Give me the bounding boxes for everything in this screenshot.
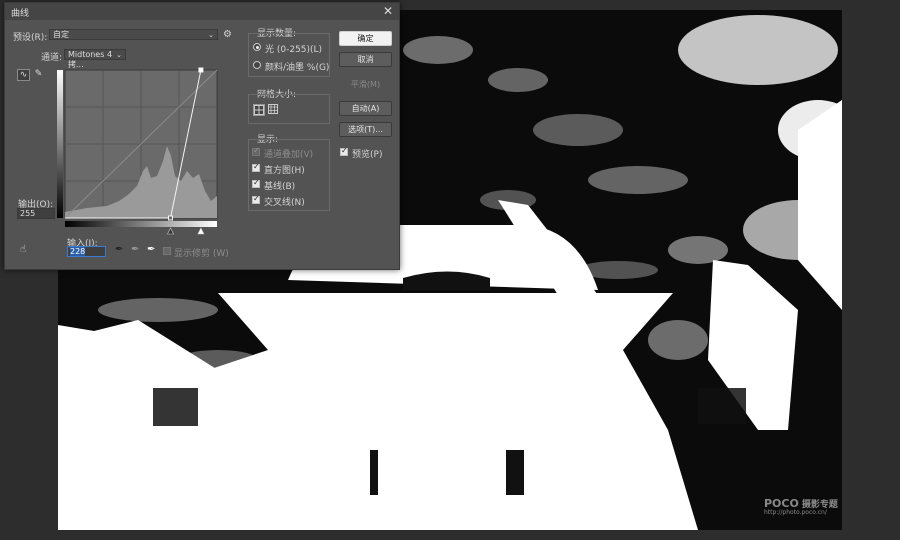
target-adjust-icon[interactable]: ☝: [20, 244, 26, 255]
curve-point[interactable]: [198, 67, 204, 73]
curve-point[interactable]: [168, 215, 174, 221]
preset-label: 预设(R):: [13, 33, 48, 43]
input-value: 228: [70, 247, 86, 256]
chevron-down-icon: ⌄: [208, 31, 214, 39]
intersection-checkbox[interactable]: [252, 194, 260, 204]
input-sliders[interactable]: [167, 227, 205, 235]
chevron-down-icon: ⌄: [116, 51, 122, 59]
simple-grid-icon[interactable]: [253, 104, 265, 116]
gray-eyedropper-icon[interactable]: ✒: [131, 244, 139, 255]
channel-overlay-checkbox[interactable]: [252, 146, 260, 156]
intersection-label: 交叉线(N): [264, 198, 305, 208]
dialog-title: 曲线: [11, 9, 30, 19]
curves-graph[interactable]: [57, 66, 225, 236]
pigment-radio-label: 颜料/油墨 %(G): [265, 63, 330, 73]
curves-dialog: 曲线 ✕ 预设(R): 自定 ⌄ ⚙ 通道: Midtones 4 拷... ⌄…: [4, 2, 400, 270]
baseline-label: 基线(B): [264, 182, 296, 192]
detailed-grid-icon[interactable]: [268, 104, 280, 116]
auto-button[interactable]: 自动(A): [339, 101, 392, 116]
channel-overlay-label: 通道叠加(V): [264, 150, 314, 160]
channel-select[interactable]: Midtones 4 拷... ⌄: [64, 49, 126, 69]
black-point-slider[interactable]: [167, 227, 174, 235]
light-radio[interactable]: [253, 43, 261, 51]
histogram-checkbox[interactable]: [252, 162, 260, 172]
white-point-slider[interactable]: [197, 227, 205, 235]
preset-value: 自定: [53, 30, 69, 39]
dialog-titlebar[interactable]: 曲线 ✕: [5, 3, 399, 20]
white-eyedropper-icon[interactable]: ✒: [147, 244, 155, 255]
cancel-button[interactable]: 取消: [339, 52, 392, 67]
output-gradient-bar: [57, 70, 63, 218]
input-gradient-bar: [65, 221, 217, 227]
show-clipping-label: 显示修剪 (W): [174, 249, 229, 259]
baseline-checkbox[interactable]: [252, 178, 260, 188]
pencil-icon[interactable]: ✎: [32, 69, 45, 81]
output-value: 255: [20, 209, 36, 218]
black-eyedropper-icon[interactable]: ✒: [115, 244, 123, 255]
show-clipping-checkbox[interactable]: [163, 247, 171, 255]
options-button[interactable]: 选项(T)...: [339, 122, 392, 137]
close-icon[interactable]: ✕: [383, 4, 393, 18]
watermark: POCO 摄影专题 http://photo.poco.cn/: [764, 497, 838, 516]
ok-button[interactable]: 确定: [339, 31, 392, 46]
light-radio-label: 光 (0-255)(L): [265, 45, 323, 55]
curve-point-tool[interactable]: ∿: [17, 69, 30, 81]
smooth-button[interactable]: 平滑(M): [339, 77, 392, 92]
output-field[interactable]: 255: [17, 208, 55, 219]
gear-icon[interactable]: ⚙: [223, 29, 232, 40]
pigment-radio[interactable]: [253, 61, 261, 69]
preview-label: 预览(P): [352, 150, 383, 160]
preset-select[interactable]: 自定 ⌄: [49, 29, 218, 40]
watermark-url: http://photo.poco.cn/: [764, 509, 827, 516]
histogram-label: 直方图(H): [264, 166, 305, 176]
channel-label: 通道:: [41, 53, 63, 63]
preview-checkbox[interactable]: [340, 146, 348, 156]
input-field[interactable]: 228: [67, 246, 106, 257]
